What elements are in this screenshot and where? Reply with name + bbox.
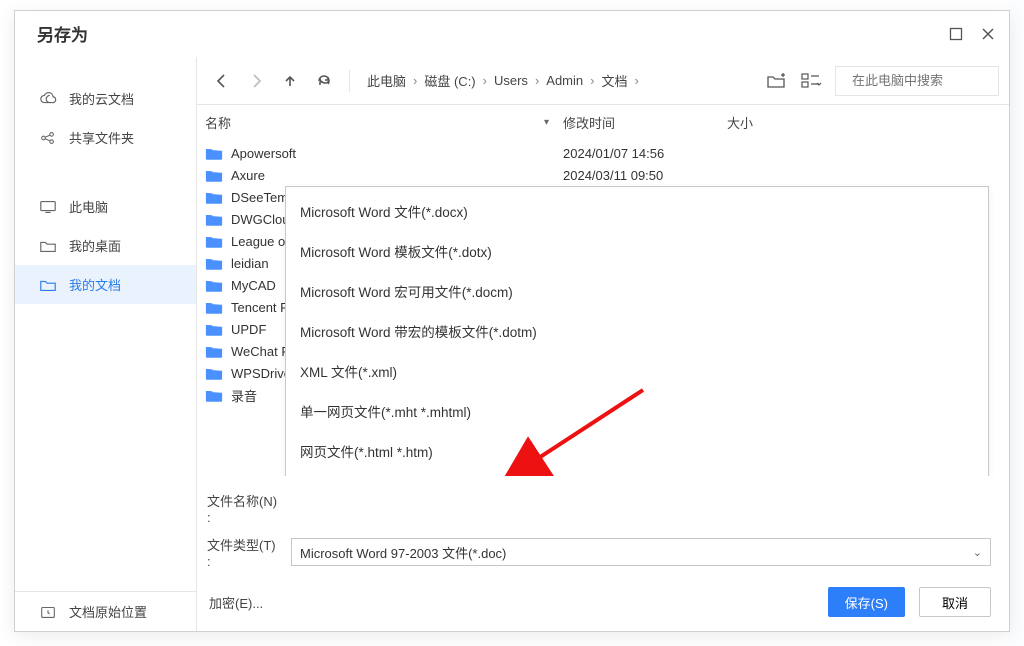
file-name: UPDF xyxy=(231,322,266,337)
file-name: League of xyxy=(231,234,289,249)
column-headers: 名称 ▾ 修改时间 大小 xyxy=(197,105,1009,138)
cancel-button[interactable]: 取消 xyxy=(919,587,991,617)
file-date: 2024/01/07 14:56 xyxy=(563,146,727,161)
folder-icon xyxy=(205,234,223,249)
toolbar: 此电脑›磁盘 (C:)›Users›Admin›文档› xyxy=(197,57,1009,105)
save-form: 文件名称(N) : 文件类型(T) : Microsoft Word 97-20… xyxy=(197,476,1009,631)
refresh-icon[interactable] xyxy=(309,66,339,96)
sidebar-item-this-pc[interactable]: 此电脑 xyxy=(15,187,196,226)
sidebar: 我的云文档 共享文件夹 此电脑 xyxy=(15,57,197,631)
filetype-option[interactable]: 网页文件(*.html *.htm) xyxy=(286,431,988,471)
sidebar-item-label: 此电脑 xyxy=(69,197,108,216)
chevron-right-icon: › xyxy=(412,73,418,88)
chevron-right-icon: › xyxy=(482,73,488,88)
file-name: Axure xyxy=(231,168,265,183)
nav-back-icon[interactable] xyxy=(207,66,237,96)
folder-icon xyxy=(205,278,223,293)
filetype-option[interactable]: XML 文件(*.xml) xyxy=(286,351,988,391)
breadcrumb-item[interactable]: 此电脑 xyxy=(364,67,409,94)
share-icon xyxy=(39,130,57,146)
close-icon[interactable] xyxy=(981,27,995,41)
file-name: leidian xyxy=(231,256,269,271)
nav-up-icon[interactable] xyxy=(275,66,305,96)
folder-row[interactable]: Apowersoft 2024/01/07 14:56 xyxy=(205,142,1001,164)
file-name: MyCAD xyxy=(231,278,276,293)
file-name: Apowersoft xyxy=(231,146,296,161)
folder-icon xyxy=(205,190,223,205)
filetype-label: 文件类型(T) : xyxy=(207,535,279,569)
filetype-value: Microsoft Word 97-2003 文件(*.doc) xyxy=(300,543,506,562)
column-date[interactable]: 修改时间 xyxy=(563,116,615,131)
encrypt-link[interactable]: 加密(E)... xyxy=(207,593,263,612)
breadcrumb-item[interactable]: 文档 xyxy=(598,67,630,94)
chevron-right-icon: › xyxy=(589,73,595,88)
file-name: DSeeTem xyxy=(231,190,288,205)
sidebar-item-label: 文档原始位置 xyxy=(69,602,147,621)
filename-label: 文件名称(N) : xyxy=(207,491,279,525)
sidebar-item-original-location[interactable]: 文档原始位置 xyxy=(15,592,196,631)
view-options-icon[interactable] xyxy=(799,68,825,94)
folder-row[interactable]: Axure 2024/03/11 09:50 xyxy=(205,164,1001,186)
chevron-right-icon: › xyxy=(634,73,640,88)
file-date: 2024/03/11 09:50 xyxy=(563,168,727,183)
folder-icon xyxy=(205,256,223,271)
file-name: WPSDrive xyxy=(231,366,291,381)
sidebar-item-shared-folders[interactable]: 共享文件夹 xyxy=(15,118,196,157)
nav-forward-icon[interactable] xyxy=(241,66,271,96)
sidebar-item-documents[interactable]: 我的文档 xyxy=(15,265,196,304)
filetype-option[interactable]: Microsoft Word 宏可用文件(*.docm) xyxy=(286,271,988,311)
file-area: Apowersoft 2024/01/07 14:56 Axure 2024/03/1… xyxy=(197,138,1009,476)
file-name: 录音 xyxy=(231,386,257,405)
filetype-select[interactable]: Microsoft Word 97-2003 文件(*.doc) ⌄ xyxy=(291,538,991,566)
filetype-option[interactable]: Microsoft Word 带宏的模板文件(*.dotm) xyxy=(286,311,988,351)
cloud-icon xyxy=(39,91,57,107)
sidebar-item-label: 我的云文档 xyxy=(69,89,134,108)
folder-icon xyxy=(205,366,223,381)
folder-icon xyxy=(205,388,223,403)
folder-icon xyxy=(205,168,223,183)
sidebar-item-desktop[interactable]: 我的桌面 xyxy=(15,226,196,265)
folder-icon xyxy=(205,300,223,315)
folder-outline-icon xyxy=(39,277,57,293)
file-name: Tencent F xyxy=(231,300,288,315)
save-as-dialog: 另存为 我的云文档 xyxy=(14,10,1010,632)
breadcrumb: 此电脑›磁盘 (C:)›Users›Admin›文档› xyxy=(360,67,759,94)
sidebar-item-label: 共享文件夹 xyxy=(69,128,134,147)
main-panel: 此电脑›磁盘 (C:)›Users›Admin›文档› xyxy=(197,57,1009,631)
titlebar: 另存为 xyxy=(15,11,1009,57)
folder-icon xyxy=(205,344,223,359)
filetype-option[interactable]: Microsoft Word 模板文件(*.dotx) xyxy=(286,231,988,271)
save-button[interactable]: 保存(S) xyxy=(828,587,905,617)
filetype-dropdown[interactable]: Microsoft Word 文件(*.docx)Microsoft Word … xyxy=(285,186,989,476)
breadcrumb-item[interactable]: Admin xyxy=(543,69,586,92)
breadcrumb-item[interactable]: Users xyxy=(491,69,531,92)
column-size[interactable]: 大小 xyxy=(727,116,753,131)
filetype-option[interactable]: 单一网页文件(*.mht *.mhtml) xyxy=(286,391,988,431)
filetype-option[interactable]: WPS加密文档格式(*.docx *.doc) xyxy=(286,471,988,476)
maximize-icon[interactable] xyxy=(949,27,963,41)
sidebar-item-cloud-docs[interactable]: 我的云文档 xyxy=(15,79,196,118)
monitor-icon xyxy=(39,199,57,215)
breadcrumb-item[interactable]: 磁盘 (C:) xyxy=(421,67,478,94)
folder-icon xyxy=(205,212,223,227)
file-name: WeChat F xyxy=(231,344,289,359)
column-name[interactable]: 名称 xyxy=(205,113,231,132)
sidebar-item-label: 我的桌面 xyxy=(69,236,121,255)
filetype-option[interactable]: Microsoft Word 文件(*.docx) xyxy=(286,191,988,231)
sort-caret-icon[interactable]: ▾ xyxy=(544,117,549,128)
folder-icon xyxy=(205,322,223,337)
folder-icon xyxy=(205,146,223,161)
chevron-down-icon: ⌄ xyxy=(973,546,982,559)
sidebar-item-label: 我的文档 xyxy=(69,275,121,294)
search-input[interactable] xyxy=(850,72,1024,89)
new-folder-icon[interactable] xyxy=(763,68,789,94)
dialog-title: 另存为 xyxy=(37,21,88,46)
search-box[interactable] xyxy=(835,66,999,96)
chevron-right-icon: › xyxy=(534,73,540,88)
folder-outline-icon xyxy=(39,238,57,254)
restore-icon xyxy=(39,604,57,620)
